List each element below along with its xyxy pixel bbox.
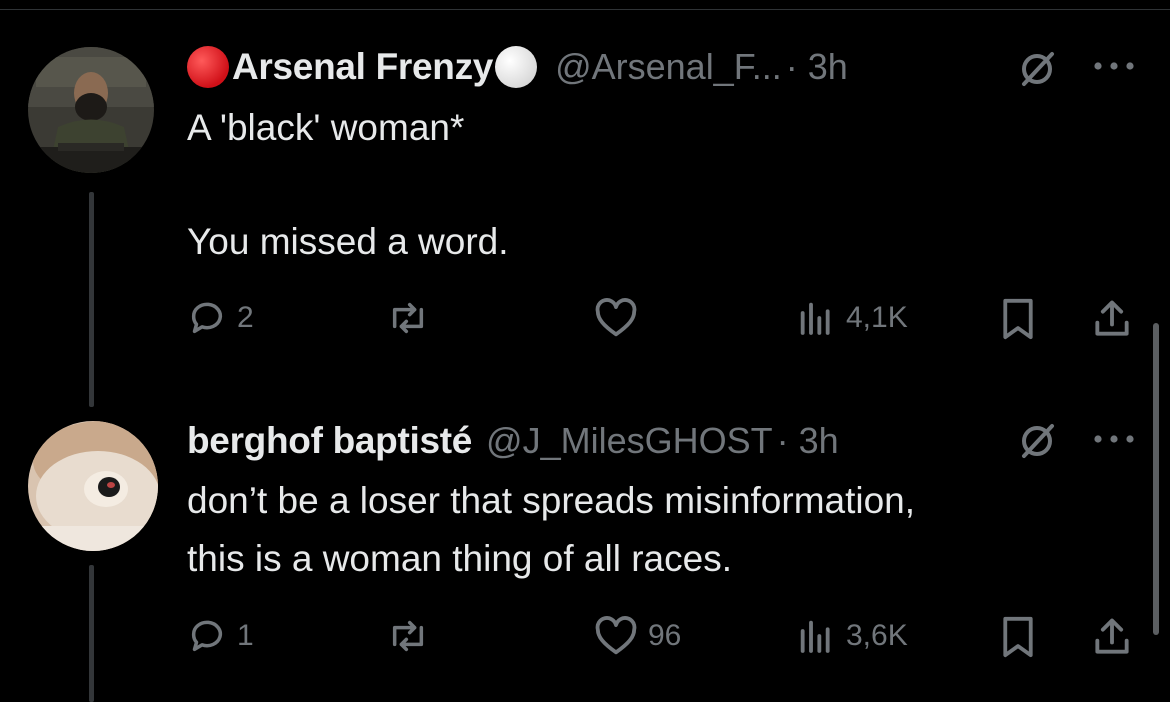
grok-icon[interactable]	[1016, 48, 1058, 95]
display-name[interactable]: Arsenal Frenzy	[232, 46, 493, 88]
tweet-text-line: don’t be a loser that spreads misinforma…	[187, 480, 916, 521]
views-button[interactable]: 4,1K	[796, 298, 908, 338]
bookmark-icon[interactable]	[998, 297, 1038, 346]
handle[interactable]: @Arsenal_F...	[555, 46, 782, 88]
reply-icon	[191, 620, 223, 652]
timestamp[interactable]: · 3h	[786, 46, 848, 88]
grok-icon[interactable]	[1016, 420, 1058, 467]
like-button[interactable]	[594, 298, 648, 338]
reply-count: 2	[237, 301, 254, 334]
like-button[interactable]: 96	[594, 616, 681, 656]
tweet-text-line: this is a woman thing of all races.	[187, 538, 732, 579]
share-icon[interactable]	[1090, 615, 1134, 664]
more-icon[interactable]	[1090, 427, 1138, 456]
tweet-text-line: You missed a word.	[187, 221, 509, 262]
reply-button[interactable]: 1	[187, 616, 254, 656]
display-name[interactable]: berghof baptisté	[187, 420, 472, 462]
like-icon	[595, 298, 637, 337]
timeline: Arsenal Frenzy @Arsenal_F... · 3h A 'bla…	[0, 0, 1170, 702]
view-count: 4,1K	[846, 301, 908, 334]
tweet-header: Arsenal Frenzy @Arsenal_F... · 3h	[187, 44, 848, 90]
red-circle-emoji	[187, 46, 229, 88]
tweet-text-line: A 'black' woman*	[187, 107, 465, 148]
avatar[interactable]	[28, 47, 154, 173]
thread-line	[89, 565, 94, 702]
thread-line	[89, 192, 94, 407]
view-count: 3,6K	[846, 619, 908, 652]
like-icon	[595, 616, 637, 655]
timestamp[interactable]: · 3h	[777, 420, 839, 462]
repost-button[interactable]	[386, 298, 440, 338]
views-button[interactable]: 3,6K	[796, 616, 908, 656]
divider	[0, 9, 1170, 10]
like-count: 96	[648, 619, 682, 652]
avatar[interactable]	[28, 421, 158, 551]
white-circle-emoji	[495, 46, 538, 88]
reply-icon	[191, 302, 223, 334]
tweet-header: berghof baptisté @J_MilesGHOST · 3h	[187, 418, 839, 464]
reply-button[interactable]: 2	[187, 298, 254, 338]
handle[interactable]: @J_MilesGHOST	[486, 420, 773, 462]
share-icon[interactable]	[1090, 297, 1134, 346]
repost-button[interactable]	[386, 616, 440, 656]
views-icon	[800, 620, 830, 653]
bookmark-icon[interactable]	[998, 615, 1038, 664]
reply-count: 1	[237, 619, 254, 652]
repost-icon	[392, 620, 424, 652]
repost-icon	[392, 302, 424, 334]
views-icon	[800, 302, 830, 335]
scrollbar[interactable]	[1153, 323, 1159, 635]
more-icon[interactable]	[1090, 54, 1138, 83]
